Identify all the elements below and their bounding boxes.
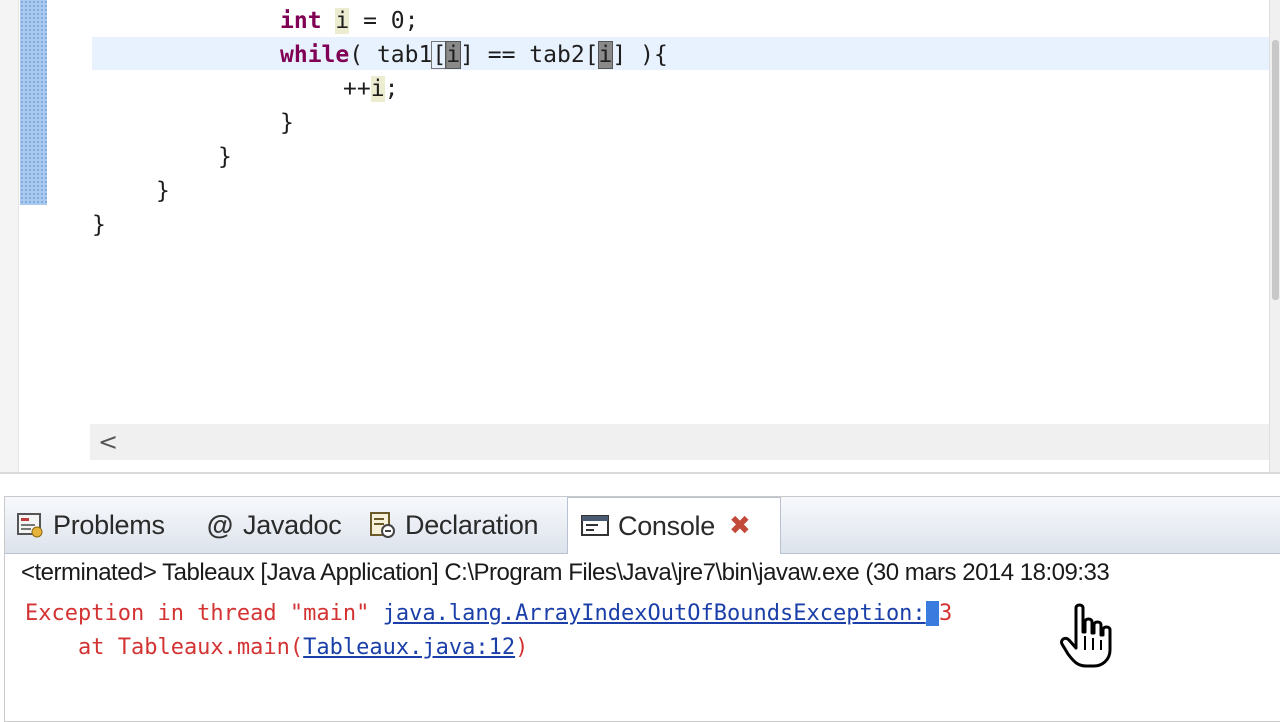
problems-icon <box>15 510 45 540</box>
tab-declaration[interactable]: Declaration <box>367 497 539 553</box>
code-line: int i = 0; <box>280 4 419 38</box>
code-token: } <box>156 178 170 204</box>
matching-bracket: [ <box>431 41 448 69</box>
console-exception-line: Exception in thread "main" java.lang.Arr… <box>25 601 952 626</box>
exception-prefix: Exception in thread "main" <box>25 601 383 626</box>
at-icon: @ <box>206 509 234 540</box>
console-icon <box>580 511 610 541</box>
code-line: } <box>280 106 294 140</box>
variable-occurrence: i <box>335 8 350 34</box>
keyword-token: int <box>280 8 322 34</box>
code-editor[interactable]: int i = 0; while( tab1[i] == tab2[i] ){++… <box>0 0 1280 472</box>
stacktrace-source-link[interactable]: Tableaux.java:12 <box>303 635 515 660</box>
variable-occurrence-selected: i <box>597 41 614 69</box>
code-token: ; <box>384 76 399 102</box>
stacktrace-prefix: at Tableaux.main( <box>25 635 304 660</box>
code-line: } <box>218 140 232 174</box>
scroll-left-icon[interactable]: < <box>98 428 118 456</box>
code-line: } <box>92 208 106 242</box>
variable-occurrence: i <box>370 76 385 102</box>
vertical-scrollbar[interactable] <box>1269 0 1280 472</box>
view-tab-bar: Problems @ Javadoc Declaration Console ✖ <box>5 497 1280 554</box>
selection-marker <box>925 601 939 626</box>
tab-declaration-label: Declaration <box>405 509 539 540</box>
code-line: while( tab1[i] == tab2[i] ){ <box>280 38 668 72</box>
code-token: = 0; <box>349 8 419 34</box>
code-token: } <box>280 110 294 136</box>
tab-problems-label: Problems <box>53 509 165 540</box>
editor-bottom-edge <box>0 472 1280 498</box>
console-status-line: <terminated> Tableaux [Java Application]… <box>21 559 1110 586</box>
code-token: ++ <box>343 76 371 102</box>
code-token: } <box>218 144 232 170</box>
keyword-token: while <box>280 42 350 68</box>
code-line: } <box>156 174 170 208</box>
tab-javadoc[interactable]: @ Javadoc <box>205 497 342 553</box>
variable-occurrence-selected: i <box>445 41 462 69</box>
close-icon[interactable]: ✖ <box>729 511 751 541</box>
tab-javadoc-label: Javadoc <box>243 509 342 540</box>
code-token: ] ){ <box>612 42 668 68</box>
stacktrace-suffix: ) <box>515 635 529 660</box>
code-token: } <box>92 212 106 238</box>
exception-class-link[interactable]: java.lang.ArrayIndexOutOfBoundsException… <box>383 601 926 626</box>
horizontal-scrollbar[interactable]: < <box>90 424 1270 460</box>
code-token: ( tab1 <box>349 42 433 68</box>
tab-console-label: Console <box>618 510 715 541</box>
vertical-scrollbar-thumb[interactable] <box>1272 40 1279 300</box>
hand-cursor-icon <box>1056 602 1116 672</box>
code-area[interactable]: int i = 0; while( tab1[i] == tab2[i] ){++… <box>0 0 1270 260</box>
code-token: ] == tab2[ <box>460 42 599 68</box>
tab-problems[interactable]: Problems <box>15 497 165 553</box>
exception-value: 3 <box>938 601 953 626</box>
tab-console[interactable]: Console ✖ <box>567 497 781 554</box>
console-stacktrace-line: at Tableaux.main(Tableaux.java:12) <box>25 635 528 660</box>
code-line: ++i; <box>343 72 398 106</box>
declaration-icon <box>367 510 397 540</box>
